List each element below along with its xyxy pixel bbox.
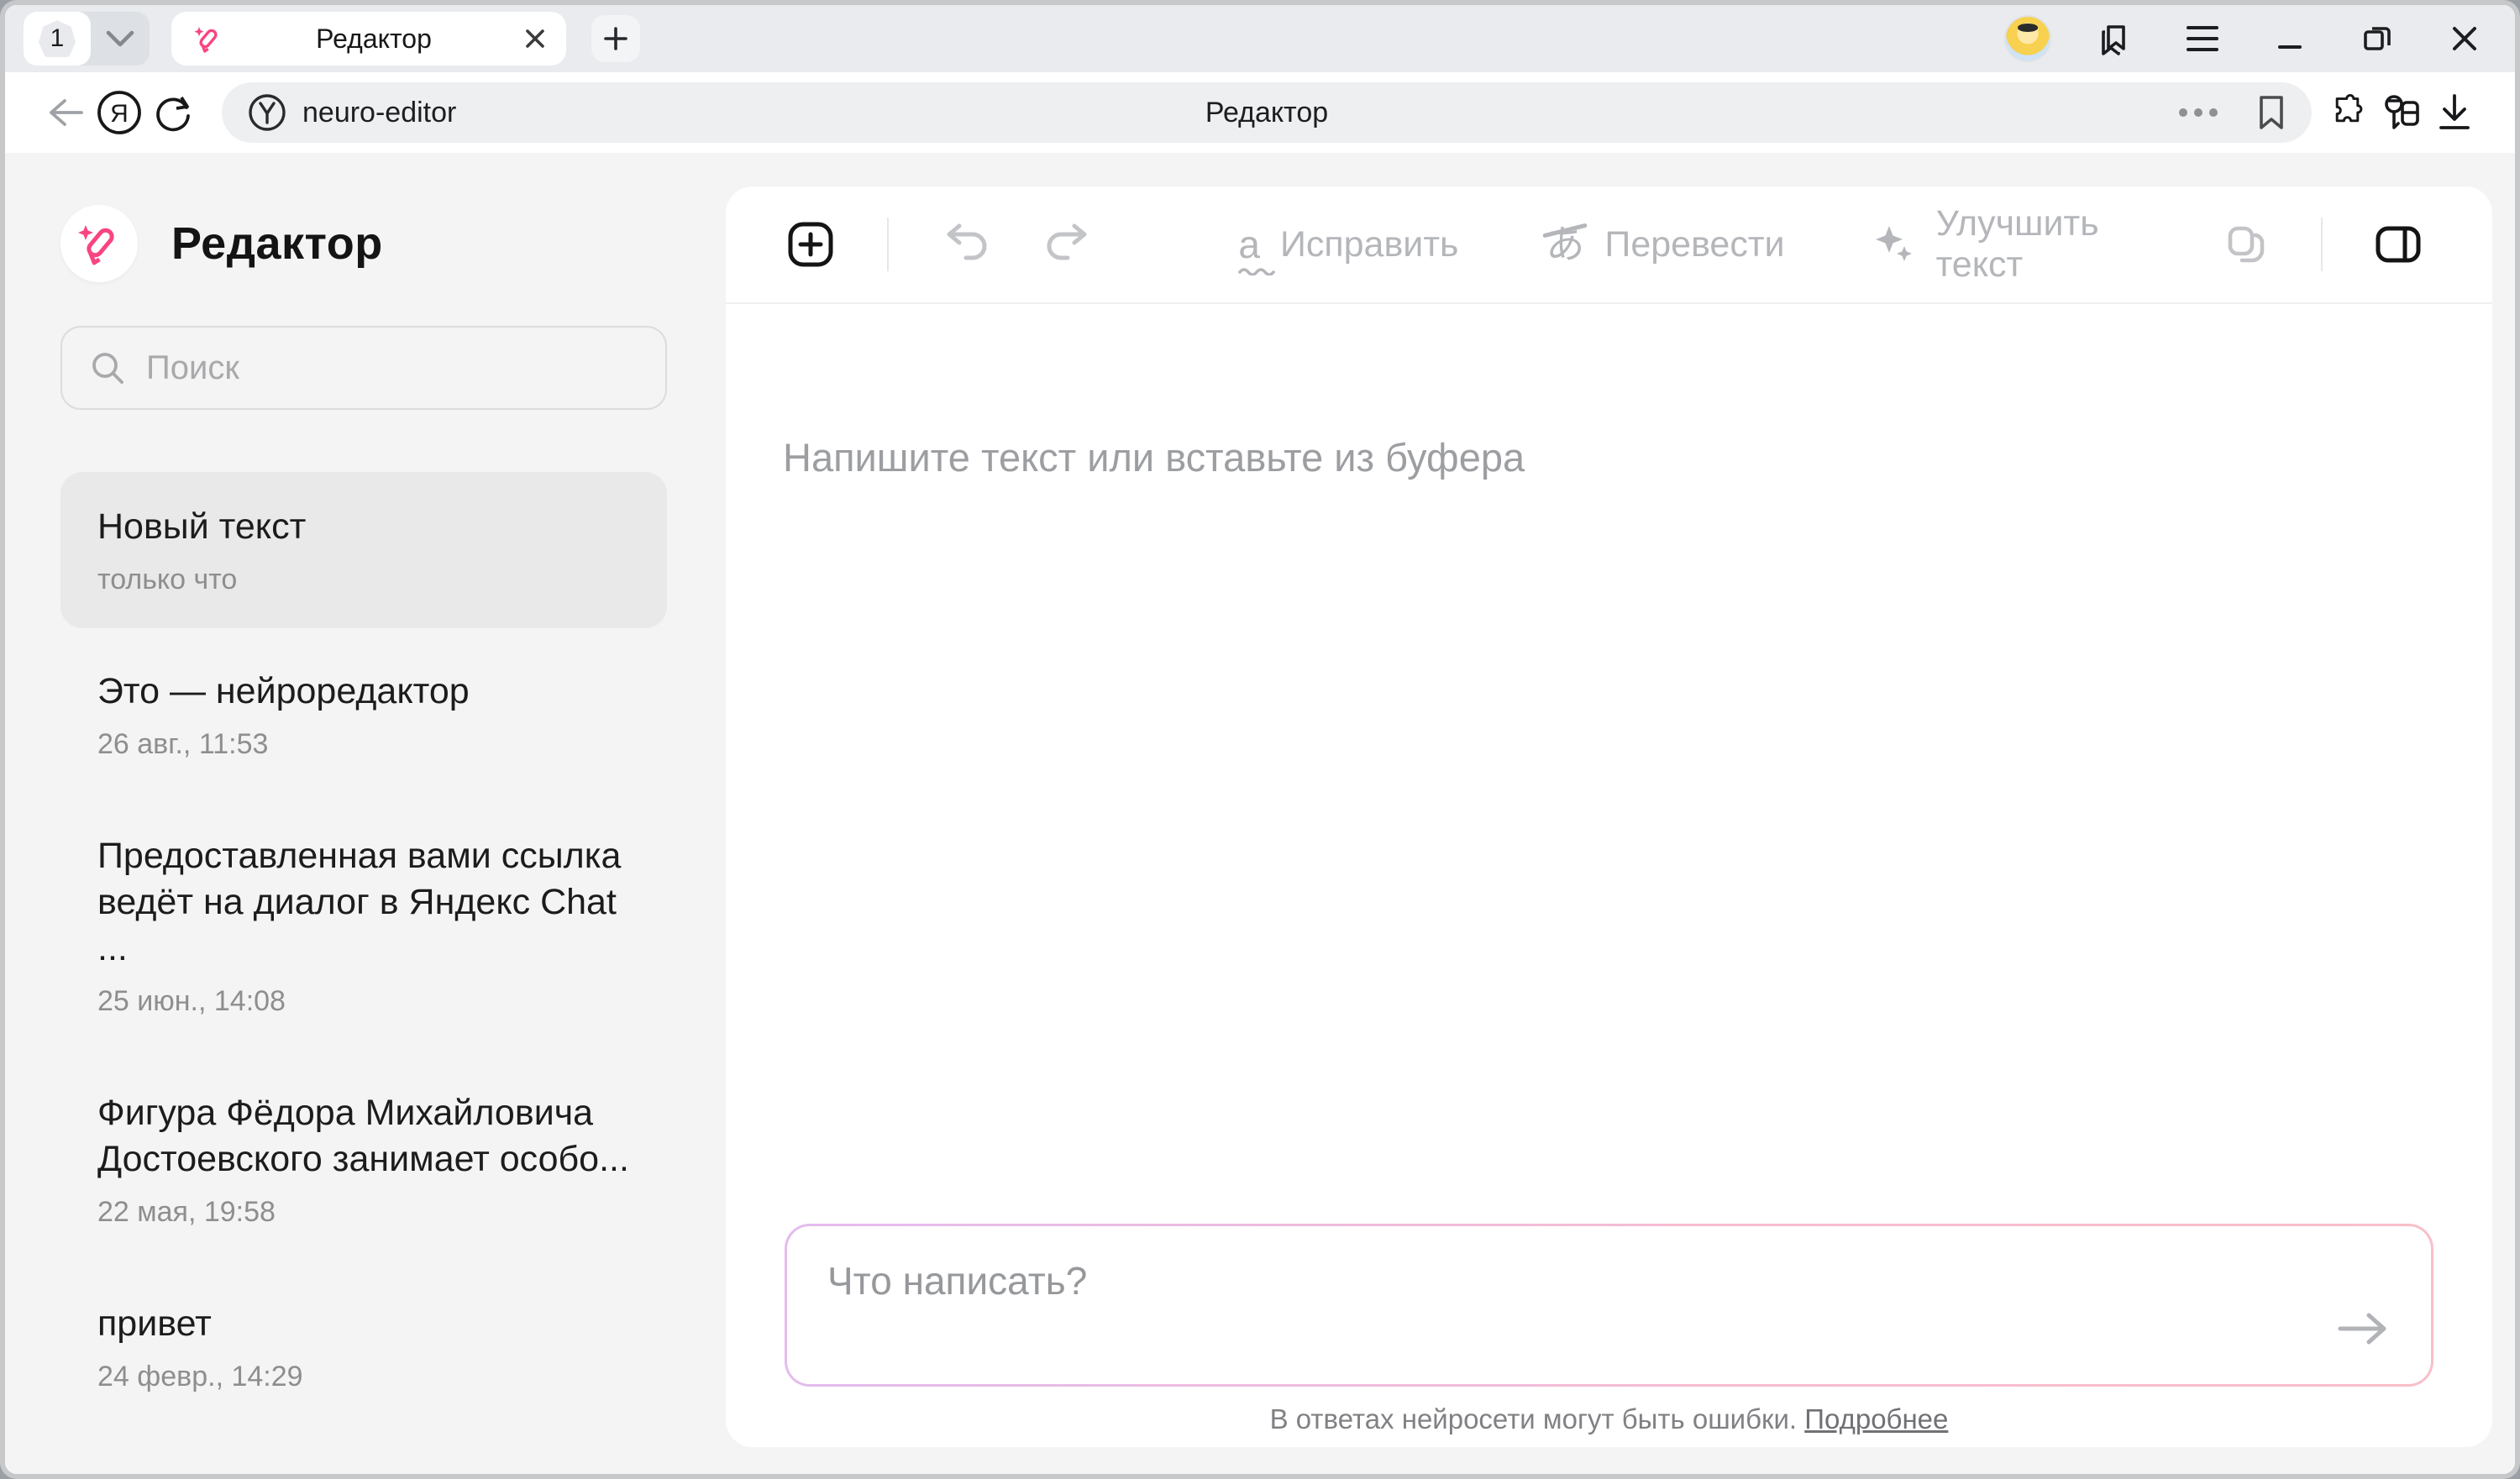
- search-icon: [89, 349, 126, 386]
- tab-title: Редактор: [223, 24, 524, 55]
- password-manager-icon[interactable]: [2374, 86, 2428, 139]
- tab-close-icon[interactable]: [524, 28, 546, 50]
- navigation-bar: Я neuro-editor Редактор: [5, 72, 2515, 153]
- editor-toolbar: а Исправить あ Перевести: [726, 186, 2492, 304]
- search-input[interactable]: [146, 349, 638, 387]
- improve-text-label: Улучшить текст: [1936, 203, 2180, 286]
- tab-editor[interactable]: Редактор: [171, 12, 566, 66]
- tab-group-chip: 1: [24, 12, 91, 66]
- doc-meta: 22 мая, 19:58: [97, 1196, 630, 1229]
- redo-button[interactable]: [1042, 223, 1093, 266]
- doc-title: Предоставленная вами ссылка ведёт на диа…: [97, 833, 630, 972]
- magic-pencil-icon: [74, 218, 124, 269]
- doc-meta: 25 июн., 14:08: [97, 985, 630, 1018]
- doc-item-privet[interactable]: привет 24 февр., 14:29: [60, 1269, 667, 1425]
- improve-text-button[interactable]: Улучшить текст: [1872, 203, 2180, 286]
- fix-text-button[interactable]: а Исправить: [1238, 224, 1458, 265]
- translate-button[interactable]: あ Перевести: [1546, 224, 1784, 265]
- doc-meta: 26 авг., 11:53: [97, 728, 630, 761]
- prompt-zone: В ответах нейросети могут быть ошибки. П…: [726, 1224, 2492, 1447]
- prompt-box: [785, 1224, 2433, 1387]
- reload-icon[interactable]: [146, 86, 200, 139]
- disclaimer-text: В ответах нейросети могут быть ошибки.: [1270, 1403, 1797, 1434]
- translate-icon: あ: [1546, 225, 1584, 264]
- prompt-input[interactable]: [787, 1226, 2431, 1384]
- toolbar-separator: [887, 218, 889, 271]
- more-options-icon[interactable]: [2177, 108, 2219, 118]
- app-header: Редактор: [60, 205, 667, 282]
- new-tab-button[interactable]: [591, 15, 640, 62]
- editor-panel: а Исправить あ Перевести: [726, 186, 2492, 1447]
- doc-title: Фигура Фёдора Михайловича Достоевского з…: [97, 1090, 630, 1183]
- doc-item-new-text[interactable]: Новый текст только что: [60, 472, 667, 628]
- bookmark-flag-icon[interactable]: [2256, 94, 2286, 131]
- neuro-editor-page: Редактор Новый текст только что Это — не…: [5, 153, 2515, 1474]
- yandex-home-icon[interactable]: Я: [92, 86, 146, 139]
- close-window-button[interactable]: [2438, 12, 2491, 66]
- address-bar[interactable]: neuro-editor Редактор: [222, 82, 2312, 143]
- sparkles-icon: [1872, 221, 1916, 268]
- extensions-puzzle-icon[interactable]: [2320, 86, 2374, 139]
- editor-canvas[interactable]: Напишите текст или вставьте из буфера: [726, 304, 2492, 1224]
- profile-avatar[interactable]: [2001, 12, 2055, 66]
- doc-meta: 24 февр., 14:29: [97, 1361, 630, 1393]
- site-favicon: [247, 92, 287, 133]
- minimize-button[interactable]: [2263, 12, 2317, 66]
- doc-item-link-chat[interactable]: Предоставленная вами ссылка ведёт на диа…: [60, 801, 667, 1050]
- fix-text-label: Исправить: [1280, 224, 1458, 265]
- app-title: Редактор: [171, 218, 383, 270]
- doc-title: привет: [97, 1301, 630, 1347]
- search-box[interactable]: [60, 326, 667, 410]
- document-list: Новый текст только что Это — нейроредакт…: [60, 472, 667, 1425]
- undo-button[interactable]: [941, 223, 991, 266]
- restore-button[interactable]: [2350, 12, 2404, 66]
- menu-icon[interactable]: [2176, 12, 2229, 66]
- tab-strip: 1 Редактор: [5, 5, 2515, 72]
- sidebar: Редактор Новый текст только что Это — не…: [5, 153, 726, 1474]
- doc-meta: только что: [97, 564, 630, 596]
- avatar: [2004, 15, 2051, 62]
- doc-item-dostoevsky[interactable]: Фигура Фёдора Михайловича Достоевского з…: [60, 1058, 667, 1261]
- svg-text:Я: Я: [110, 100, 129, 128]
- tab-group-control[interactable]: 1: [24, 12, 150, 66]
- copy-button[interactable]: [2223, 222, 2269, 267]
- address-query: neuro-editor: [302, 97, 456, 129]
- browser-window: 1 Редактор: [0, 0, 2520, 1479]
- disclaimer: В ответах нейросети могут быть ошибки. П…: [785, 1403, 2433, 1435]
- disclaimer-link[interactable]: Подробнее: [1804, 1403, 1948, 1434]
- bookmarks-panel-icon[interactable]: [2088, 12, 2142, 66]
- doc-title: Новый текст: [97, 504, 630, 550]
- back-button[interactable]: [39, 86, 92, 139]
- doc-title: Это — нейроредактор: [97, 669, 630, 715]
- tab-count-badge: 1: [39, 20, 76, 57]
- new-document-button[interactable]: [786, 220, 835, 269]
- magic-pencil-icon: [192, 23, 223, 55]
- toolbar-separator: [2321, 218, 2323, 271]
- app-logo: [60, 205, 138, 282]
- chevron-down-icon[interactable]: [91, 29, 150, 48]
- send-button[interactable]: [2334, 1302, 2394, 1356]
- downloads-icon[interactable]: [2428, 86, 2481, 139]
- address-page-title: Редактор: [222, 97, 2312, 129]
- toggle-panel-button[interactable]: [2375, 225, 2422, 264]
- translate-label: Перевести: [1604, 224, 1784, 265]
- doc-item-neuroeditor[interactable]: Это — нейроредактор 26 авг., 11:53: [60, 637, 667, 793]
- spellcheck-icon: а: [1238, 225, 1260, 264]
- editor-placeholder: Напишите текст или вставьте из буфера: [783, 434, 2435, 480]
